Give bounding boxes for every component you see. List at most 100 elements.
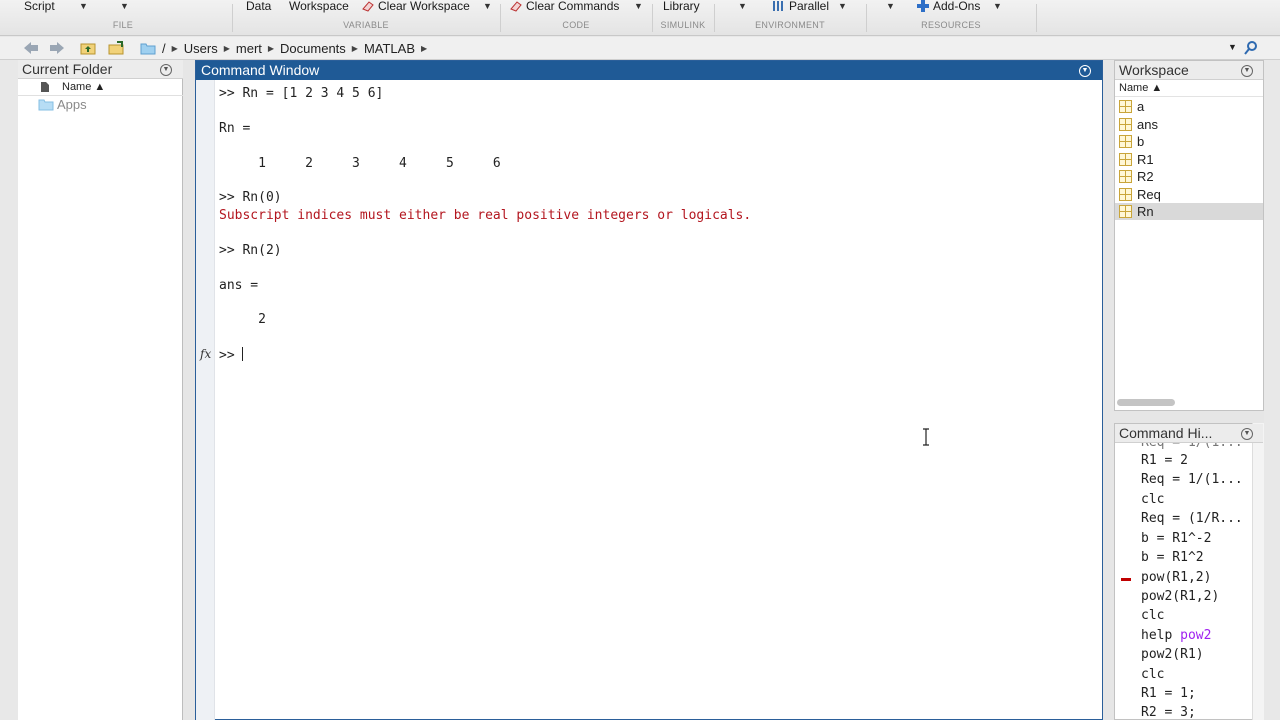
command-history-menu-icon[interactable]: ▼ — [1241, 428, 1253, 440]
clear-workspace-dropdown-caret[interactable]: ▼ — [483, 1, 492, 11]
history-entry[interactable]: R1 = 2 — [1141, 452, 1188, 470]
path-separator[interactable]: ▶ — [352, 44, 358, 53]
current-folder-name-header[interactable]: Name ▲ — [18, 79, 183, 96]
variable-name: R2 — [1137, 169, 1154, 184]
new-script-button[interactable]: Script — [24, 0, 55, 14]
right-edge-strip — [1264, 60, 1280, 720]
workspace-variable-row-selected[interactable]: Rn — [1115, 203, 1263, 220]
forward-arrow-icon[interactable] — [48, 40, 66, 56]
folder-item-label: Apps — [57, 97, 87, 112]
history-entry[interactable]: help pow2 — [1141, 627, 1211, 645]
simulink-library-button[interactable]: Library — [663, 0, 700, 14]
command-window-menu-icon[interactable]: ▼ — [1079, 65, 1091, 77]
panel-splitter-right[interactable] — [1103, 60, 1114, 720]
history-entry[interactable]: R2 = 3; — [1141, 704, 1196, 719]
path-root[interactable]: / — [162, 41, 166, 56]
path-history-dropdown-icon[interactable]: ▼ — [1228, 42, 1237, 52]
matrix-variable-icon — [1119, 118, 1132, 131]
variable-name: R1 — [1137, 152, 1154, 167]
simulink-group-label: SIMULINK — [660, 20, 706, 30]
workspace-variable-row[interactable]: b — [1115, 133, 1263, 150]
path-separator[interactable]: ▶ — [224, 44, 230, 53]
workspace-horizontal-scrollbar[interactable] — [1117, 399, 1175, 406]
command-prompt-input[interactable]: >> — [219, 347, 244, 363]
clear-workspace-button[interactable]: Clear Workspace — [361, 0, 470, 14]
cw-output-line: ans = — [219, 278, 259, 293]
matrix-variable-icon — [1119, 170, 1132, 183]
resources-group-label: RESOURCES — [921, 20, 981, 30]
cw-input-line: >> Rn = [1 2 3 4 5 6] — [219, 86, 384, 101]
parallel-label: Parallel — [789, 0, 830, 13]
add-ons-button[interactable]: Add-Ons — [916, 0, 980, 14]
command-history-scrollbar[interactable] — [1252, 423, 1264, 720]
save-workspace-button[interactable]: Workspace — [289, 0, 349, 14]
command-history-panel: Command Hi... ▼ Req = 1/(1... R1 = 2 Req… — [1114, 423, 1264, 720]
search-icon[interactable] — [1243, 40, 1259, 56]
workspace-variable-row[interactable]: ans — [1115, 116, 1263, 133]
path-crumb-mert[interactable]: mert — [236, 41, 262, 56]
environment-group-label: ENVIRONMENT — [755, 20, 825, 30]
parallel-button[interactable]: Parallel — [772, 0, 829, 14]
prompt-text: >> — [219, 348, 243, 363]
text-cursor — [242, 347, 244, 361]
workspace-name-header[interactable]: Name ▲ — [1115, 80, 1263, 97]
history-entry[interactable]: clc — [1141, 491, 1164, 509]
path-crumb-matlab[interactable]: MATLAB — [364, 41, 415, 56]
variable-name: Rn — [1137, 204, 1154, 219]
clear-commands-button[interactable]: Clear Commands — [509, 0, 619, 14]
path-crumb-documents[interactable]: Documents — [280, 41, 346, 56]
panel-splitter-left[interactable] — [183, 60, 195, 720]
parallel-dropdown-caret[interactable]: ▼ — [838, 1, 847, 11]
new-dropdown-caret[interactable]: ▼ — [120, 1, 129, 11]
separator — [1036, 4, 1037, 32]
clear-commands-dropdown-caret[interactable]: ▼ — [634, 1, 643, 11]
file-icon — [41, 82, 49, 92]
panel-splitter-horizontal[interactable] — [1114, 411, 1264, 423]
history-entry[interactable]: R1 = 1; — [1141, 685, 1196, 703]
browse-folder-icon[interactable] — [107, 40, 125, 56]
workspace-variable-row[interactable]: a — [1115, 98, 1263, 115]
history-entry[interactable]: b = R1^2 — [1141, 549, 1204, 567]
history-entry[interactable]: pow2(R1,2) — [1141, 588, 1219, 606]
history-entry[interactable]: pow2(R1) — [1141, 646, 1204, 664]
current-folder-title: Current Folder — [18, 60, 183, 79]
cw-error-line: Subscript indices must either be real po… — [219, 208, 752, 223]
back-arrow-icon[interactable] — [22, 40, 40, 56]
command-window-panel: Command Window ▼ >> Rn = [1 2 3 4 5 6] R… — [195, 60, 1103, 720]
variable-name: Req — [1137, 187, 1161, 202]
variable-name: ans — [1137, 117, 1158, 132]
workspace-variable-row[interactable]: R1 — [1115, 151, 1263, 168]
folder-icon — [38, 99, 54, 111]
new-script-dropdown-caret[interactable]: ▼ — [79, 1, 88, 11]
history-entry[interactable]: Req = 1/(1... — [1141, 471, 1243, 489]
folder-icon — [140, 43, 156, 55]
path-crumb-users[interactable]: Users — [184, 41, 218, 56]
workspace-variable-row[interactable]: Req — [1115, 186, 1263, 203]
path-separator[interactable]: ▶ — [268, 44, 274, 53]
address-bar: / ▶ Users ▶ mert ▶ Documents ▶ MATLAB ▶ … — [0, 37, 1280, 60]
workspace-menu-icon[interactable]: ▼ — [1241, 65, 1253, 77]
current-path-field[interactable]: / ▶ Users ▶ mert ▶ Documents ▶ MATLAB ▶ — [140, 39, 1240, 58]
history-entry[interactable]: pow(R1,2) — [1141, 569, 1211, 587]
up-folder-icon[interactable] — [79, 40, 97, 56]
history-entry[interactable]: Req = (1/R... — [1141, 510, 1243, 528]
history-entry[interactable]: clc — [1141, 607, 1164, 625]
eraser-icon — [510, 1, 522, 12]
preferences-dropdown-caret[interactable]: ▼ — [738, 1, 747, 11]
environment-dropdown-caret[interactable]: ▼ — [886, 1, 895, 11]
add-ons-dropdown-caret[interactable]: ▼ — [993, 1, 1002, 11]
history-function-name: pow2 — [1180, 628, 1212, 643]
function-browser-fx-icon[interactable]: fx — [200, 347, 211, 361]
workspace-variable-row[interactable]: R2 — [1115, 168, 1263, 185]
left-edge-strip — [0, 60, 18, 720]
history-entry[interactable]: clc — [1141, 666, 1164, 684]
cw-input-line: >> Rn(0) — [219, 190, 282, 205]
cw-output-line: 1 2 3 4 5 6 — [219, 156, 501, 171]
import-data-button[interactable]: Data — [246, 0, 271, 14]
variable-name: a — [1137, 99, 1145, 114]
path-separator[interactable]: ▶ — [172, 44, 178, 53]
current-folder-menu-icon[interactable]: ▼ — [160, 64, 172, 76]
folder-item-apps[interactable]: Apps — [38, 96, 87, 114]
history-entry[interactable]: b = R1^-2 — [1141, 530, 1211, 548]
path-separator[interactable]: ▶ — [421, 44, 427, 53]
